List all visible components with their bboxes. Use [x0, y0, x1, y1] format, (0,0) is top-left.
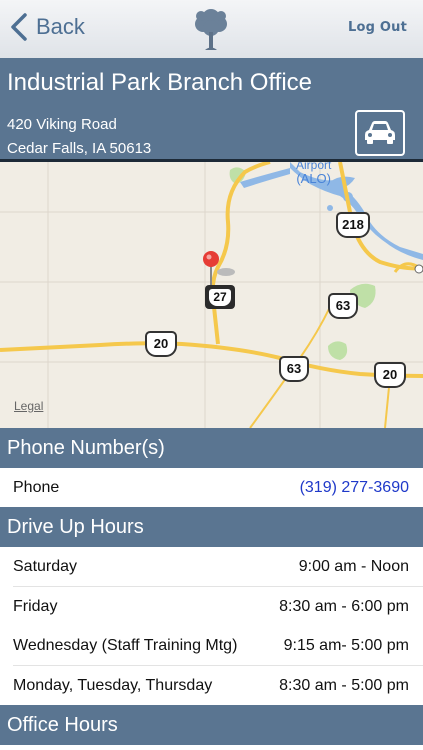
hours-time: 9:15 am- 5:00 pm — [283, 637, 409, 654]
highway-shield-63-north: 63 — [328, 293, 358, 319]
phone-number-link[interactable]: (319) 277-3690 — [300, 479, 409, 497]
phone-label: Phone — [13, 479, 60, 496]
top-bar: Back Log Out — [0, 0, 423, 59]
hours-day: Wednesday (Staff Training Mtg) — [13, 637, 238, 654]
list-item: Saturday 9:00 am - Noon — [0, 547, 423, 587]
phone-section-header: Phone Number(s) — [0, 428, 423, 468]
highway-shield-20-east: 20 — [374, 362, 406, 388]
drive-up-section-header: Drive Up Hours — [0, 507, 423, 547]
airport-label: Airport (ALO) — [296, 162, 332, 186]
highway-shield-20-west: 20 — [145, 331, 177, 357]
back-button[interactable]: Back — [10, 12, 85, 42]
list-item: Wednesday (Staff Training Mtg) 9:15 am- … — [0, 626, 423, 666]
logout-button[interactable]: Log Out — [348, 20, 407, 35]
map-legal-link[interactable]: Legal — [14, 399, 43, 413]
car-icon — [365, 121, 395, 144]
highway-shield-27: 27 — [205, 285, 235, 309]
list-item: Friday 8:30 am - 6:00 pm — [0, 587, 423, 627]
office-hours-section-header: Office Hours — [0, 705, 423, 745]
branch-header: Industrial Park Branch Office 420 Viking… — [0, 58, 423, 162]
chevron-left-icon — [11, 13, 27, 41]
hours-time: 8:30 am - 5:00 pm — [279, 677, 409, 694]
location-pin-icon — [203, 251, 219, 267]
highway-shield-218: 218 — [336, 212, 370, 238]
branch-address-line2: Cedar Falls, IA 50613 — [7, 140, 152, 157]
back-label: Back — [36, 14, 85, 39]
hours-day: Saturday — [13, 558, 78, 575]
directions-button[interactable] — [355, 110, 405, 156]
list-item: Monday, Tuesday, Thursday 8:30 am - 5:00… — [0, 666, 423, 706]
branch-address-line1: 420 Viking Road — [7, 116, 117, 133]
tree-logo-icon — [195, 9, 227, 50]
hours-time: 8:30 am - 6:00 pm — [279, 598, 409, 615]
hours-day: Monday, Tuesday, Thursday — [13, 677, 213, 694]
phone-row[interactable]: Phone (319) 277-3690 — [0, 468, 423, 508]
hours-time: 9:00 am - Noon — [298, 558, 409, 575]
hours-day: Friday — [13, 598, 58, 615]
branch-title: Industrial Park Branch Office — [7, 69, 313, 96]
highway-shield-63-south: 63 — [279, 356, 309, 382]
map-view[interactable]: Airport (ALO) 218 27 63 20 63 20 — [0, 162, 423, 428]
